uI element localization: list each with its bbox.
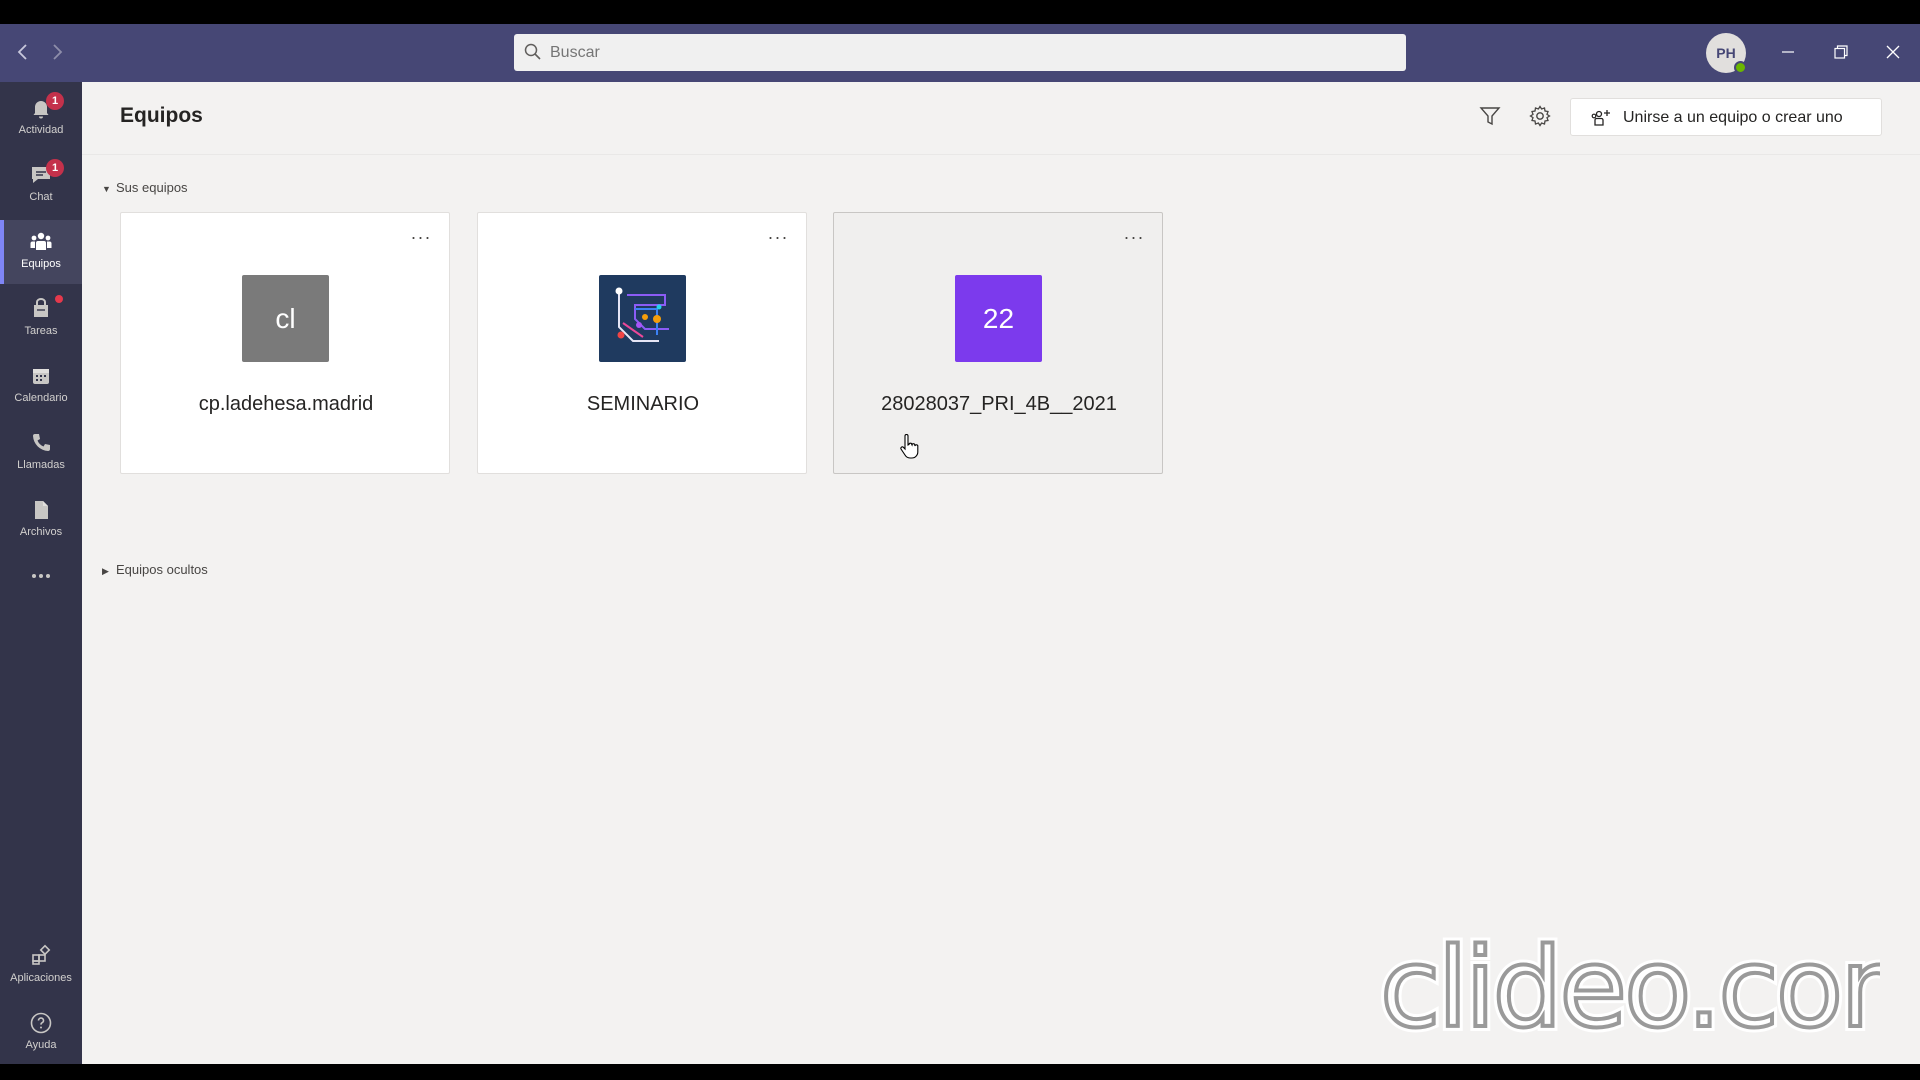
rail-item-aplicaciones[interactable]: Aplicaciones — [0, 934, 82, 998]
team-name: 28028037_PRI_4B__2021 — [881, 393, 1117, 415]
rail-item-chat[interactable]: 1 Chat — [0, 153, 82, 217]
circuit-logo-icon — [615, 287, 669, 342]
assignments-icon — [34, 298, 48, 317]
restore-icon — [1834, 45, 1848, 59]
section-label: Sus equipos — [116, 180, 188, 195]
rail-item-archivos[interactable]: Archivos — [0, 488, 82, 552]
more-horizontal-icon — [32, 574, 50, 578]
header-divider — [82, 154, 1920, 155]
caret-down-icon: ▼ — [102, 184, 111, 194]
rail-label: Archivos — [19, 526, 63, 538]
rail-label: Chat — [29, 191, 53, 203]
rail-label: Actividad — [18, 124, 64, 136]
avatar-initials: PH — [1716, 45, 1736, 61]
close-button[interactable] — [1878, 38, 1908, 68]
rail-label: Llamadas — [17, 459, 65, 471]
rail-item-calendario[interactable]: Calendario — [0, 354, 82, 418]
team-logo — [599, 275, 686, 362]
team-name: cp.ladehesa.madrid — [198, 393, 374, 415]
rail-item-tareas[interactable]: Tareas — [0, 287, 82, 351]
filter-icon[interactable] — [1478, 104, 1502, 128]
video-letterbox-bottom — [0, 1064, 1920, 1080]
search-input[interactable] — [550, 34, 1390, 71]
team-card[interactable]: ··· 22 28028037_PRI_4B__2021 — [833, 212, 1163, 474]
chevron-right-icon — [53, 44, 63, 60]
back-button[interactable] — [12, 41, 34, 63]
video-letterbox-top — [0, 0, 1920, 16]
title-bar: PH — [0, 24, 1920, 82]
watermark-logo: clideo.com clideo.com — [1380, 926, 1880, 1046]
search-icon — [524, 43, 541, 60]
user-avatar[interactable]: PH — [1706, 33, 1747, 74]
app-bar: 1 Actividad 1 Chat Equipos Tareas Calend… — [0, 82, 82, 1064]
rail-label: Calendario — [14, 392, 68, 404]
more-options-button[interactable]: ··· — [1119, 228, 1149, 251]
page-title: Equipos — [120, 104, 203, 127]
team-logo: 22 — [955, 275, 1042, 362]
phone-icon — [33, 434, 50, 451]
chat-badge: 1 — [46, 159, 64, 177]
presence-available-icon — [1734, 61, 1747, 74]
caret-right-icon: ▶ — [102, 566, 109, 576]
watermark-text-outline: clideo.com — [1380, 926, 1880, 1046]
files-icon — [35, 501, 48, 519]
chevron-left-icon — [17, 44, 27, 60]
team-name: SEMINARIO — [586, 393, 700, 415]
section-hidden-teams[interactable]: ▶ Equipos ocultos — [102, 562, 208, 577]
activity-badge: 1 — [46, 92, 64, 110]
rail-label: Equipos — [21, 258, 61, 270]
calendar-icon — [33, 369, 49, 384]
minimize-icon — [1782, 51, 1794, 53]
forward-button[interactable] — [46, 41, 68, 63]
section-label: Equipos ocultos — [116, 562, 208, 577]
rail-item-equipos[interactable]: Equipos — [0, 220, 82, 284]
hand-pointer-icon — [900, 434, 919, 459]
more-options-button[interactable]: ··· — [406, 228, 436, 251]
gear-icon[interactable] — [1528, 104, 1552, 128]
more-options-button[interactable]: ··· — [763, 228, 793, 251]
rail-item-ayuda[interactable]: Ayuda — [0, 1001, 82, 1065]
rail-label: Aplicaciones — [10, 972, 72, 984]
minimize-button[interactable] — [1773, 38, 1803, 68]
join-or-create-team-button[interactable]: Unirse a un equipo o crear uno — [1570, 98, 1882, 136]
team-logo: cl — [242, 275, 329, 362]
rail-label: Ayuda — [25, 1039, 57, 1051]
teams-icon — [30, 232, 52, 250]
rail-label: Tareas — [24, 325, 58, 337]
rail-item-llamadas[interactable]: Llamadas — [0, 421, 82, 485]
section-your-teams[interactable]: ▼ Sus equipos — [102, 180, 188, 195]
close-icon — [1886, 45, 1900, 59]
search-box[interactable] — [514, 34, 1406, 71]
rail-item-actividad[interactable]: 1 Actividad — [0, 86, 82, 150]
add-team-icon — [1591, 110, 1610, 126]
team-card[interactable]: ··· cl cp.ladehesa.madrid — [120, 212, 450, 474]
apps-icon — [32, 944, 51, 965]
teams-app-window: PH 1 Actividad 1 Chat Equipos — [0, 24, 1920, 1064]
tasks-notification-dot — [55, 295, 63, 303]
restore-button[interactable] — [1826, 38, 1856, 68]
team-card[interactable]: ··· SEMINARIO — [477, 212, 807, 474]
more-apps-button[interactable] — [0, 556, 82, 596]
join-button-label: Unirse a un equipo o crear uno — [1623, 109, 1843, 126]
help-icon — [30, 1012, 52, 1034]
